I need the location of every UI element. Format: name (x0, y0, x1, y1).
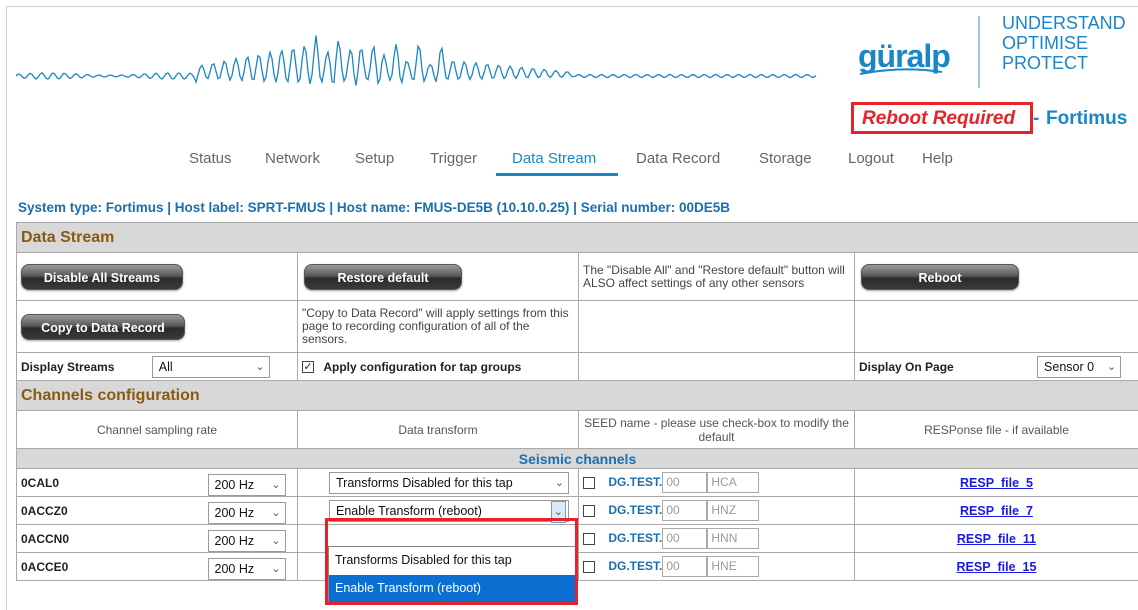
group-header: Seismic channels (16, 448, 1138, 469)
nav-network[interactable]: Network (265, 150, 320, 167)
reboot-required-notice[interactable]: Reboot Required (862, 108, 1015, 130)
display-on-page-cell: Display On Page Sensor 0 ⌄ (854, 352, 1138, 381)
nav-active-indicator (496, 173, 618, 176)
tap-groups-cell: ✓ Apply configuration for tap groups (297, 352, 579, 381)
seed-override-checkbox[interactable] (583, 560, 595, 573)
nav-status[interactable]: Status (189, 150, 232, 167)
restore-default-button[interactable]: Restore default (304, 263, 462, 290)
copy-cell: Copy to Data Record (16, 300, 298, 353)
seed-location-field[interactable]: 00 (662, 472, 708, 493)
sampling-rate-select[interactable]: 200 Hz ⌄ (207, 557, 286, 580)
header-separator: - (1033, 108, 1040, 129)
chevron-down-icon: ⌄ (1106, 360, 1117, 373)
nav-help[interactable]: Help (922, 150, 953, 167)
resp-file-link[interactable]: RESP_file_7 (960, 504, 1033, 518)
col-header-rate: Channel sampling rate (16, 410, 298, 449)
tap-groups-label: Apply configuration for tap groups (323, 359, 522, 374)
seed-channel-field[interactable]: HNE (707, 556, 760, 577)
table-row: 0ACCN0 200 Hz ⌄ DG.TEST. 00 HNN RESP_file_1… (16, 524, 1138, 553)
nav-logout[interactable]: Logout (848, 150, 894, 167)
sampling-rate-select[interactable]: 200 Hz ⌄ (207, 473, 286, 496)
seed-prefix: DG.TEST. (608, 502, 663, 517)
seed-override-checkbox[interactable] (583, 476, 595, 489)
display-streams-label: Display Streams (21, 359, 115, 374)
tagline: UNDERSTAND OPTIMISE PROTECT (1002, 13, 1126, 73)
disable-all-streams-button[interactable]: Disable All Streams (21, 263, 183, 290)
seed-location-field[interactable]: 00 (662, 556, 708, 577)
reboot-button[interactable]: Reboot (861, 263, 1019, 290)
sampling-rate-select[interactable]: 200 Hz ⌄ (207, 501, 286, 524)
seed-prefix: DG.TEST. (608, 558, 663, 573)
nav-data-stream[interactable]: Data Stream (512, 150, 596, 167)
chevron-down-icon: ⌄ (271, 478, 281, 491)
tap-groups-checkbox[interactable]: ✓ (302, 361, 314, 374)
display-streams-select[interactable]: All ⌄ (151, 355, 270, 378)
system-info: System type: Fortimus | Host label: SPRT… (18, 200, 730, 215)
chevron-down-icon: ⌄ (271, 534, 281, 547)
seed-override-checkbox[interactable] (583, 532, 595, 545)
chevron-down-icon: ⌄ (271, 562, 281, 575)
data-stream-table: Data Stream Disable All Streams Restore … (16, 222, 1138, 581)
copy-note: "Copy to Data Record" will apply setting… (297, 300, 579, 353)
seismic-waveform-logo (16, 35, 817, 86)
device-name: Fortimus (1046, 108, 1128, 129)
nav-data-record[interactable]: Data Record (636, 150, 720, 167)
seed-channel-field[interactable]: HCA (707, 472, 760, 493)
logo-divider (978, 16, 980, 88)
copy-to-data-record-button[interactable]: Copy to Data Record (21, 313, 185, 340)
transform-option-disabled[interactable]: Transforms Disabled for this tap (329, 547, 575, 575)
table-row: 0CAL0 200 Hz ⌄ Transforms Disabled for th… (16, 468, 1138, 497)
display-on-page-label: Display On Page (859, 359, 954, 374)
nav-storage[interactable]: Storage (759, 150, 812, 167)
nav-setup[interactable]: Setup (355, 150, 394, 167)
channel-name: 0ACCN0 (21, 531, 70, 546)
empty-cell (578, 300, 855, 353)
restore-default-cell: Restore default (297, 252, 579, 301)
resp-file-link[interactable]: RESP_file_15 (957, 560, 1037, 574)
section-title-data-stream: Data Stream (16, 222, 1138, 253)
reboot-cell: Reboot (854, 252, 1138, 301)
transform-select-open[interactable]: Enable Transform (reboot) ⌄ (329, 499, 569, 523)
sampling-rate-select[interactable]: 200 Hz ⌄ (207, 529, 286, 552)
chevron-down-icon: ⌄ (271, 506, 281, 519)
section-title-channels: Channels configuration (16, 380, 1138, 411)
display-on-page-select[interactable]: Sensor 0 ⌄ (1037, 355, 1122, 378)
disable-restore-note: The "Disable All" and "Restore default" … (578, 252, 855, 301)
display-streams-cell: Display Streams All ⌄ (16, 352, 298, 381)
guralp-logo: güralp (858, 38, 951, 75)
table-row: 0ACCE0 200 Hz ⌄ DG.TEST. 00 HNE RESP_file_1… (16, 552, 1138, 581)
channel-name: 0ACCE0 (21, 559, 69, 574)
seed-channel-field[interactable]: HNZ (707, 500, 760, 521)
transform-select[interactable]: Transforms Disabled for this tap ⌄ (329, 471, 569, 494)
empty-cell (578, 352, 855, 381)
chevron-down-icon: ⌄ (255, 360, 265, 373)
resp-file-link[interactable]: RESP_file_5 (960, 476, 1033, 490)
channel-name: 0CAL0 (21, 475, 60, 490)
resp-file-link[interactable]: RESP_file_11 (957, 532, 1036, 546)
transform-dropdown-list: Transforms Disabled for this tap Enable … (328, 546, 576, 603)
col-header-seed: SEED name - please use check-box to modi… (578, 410, 855, 449)
table-row: 0ACCZ0 200 Hz ⌄ Enable Transform (reboot)… (16, 496, 1138, 525)
seed-prefix: DG.TEST. (608, 474, 663, 489)
transform-option-enable[interactable]: Enable Transform (reboot) (329, 575, 575, 603)
disable-all-cell: Disable All Streams (16, 252, 298, 301)
col-header-resp: RESPonse file - if available (854, 410, 1138, 449)
seed-location-field[interactable]: 00 (662, 500, 708, 521)
seed-override-checkbox[interactable] (583, 504, 595, 517)
seed-channel-field[interactable]: HNN (707, 528, 760, 549)
col-header-transform: Data transform (297, 410, 579, 449)
nav-trigger[interactable]: Trigger (430, 150, 477, 167)
empty-cell (854, 300, 1138, 353)
seed-location-field[interactable]: 00 (662, 528, 708, 549)
seed-prefix: DG.TEST. (608, 530, 663, 545)
channel-name: 0ACCZ0 (21, 503, 68, 518)
chevron-down-icon: ⌄ (550, 500, 566, 523)
chevron-down-icon: ⌄ (554, 476, 564, 489)
